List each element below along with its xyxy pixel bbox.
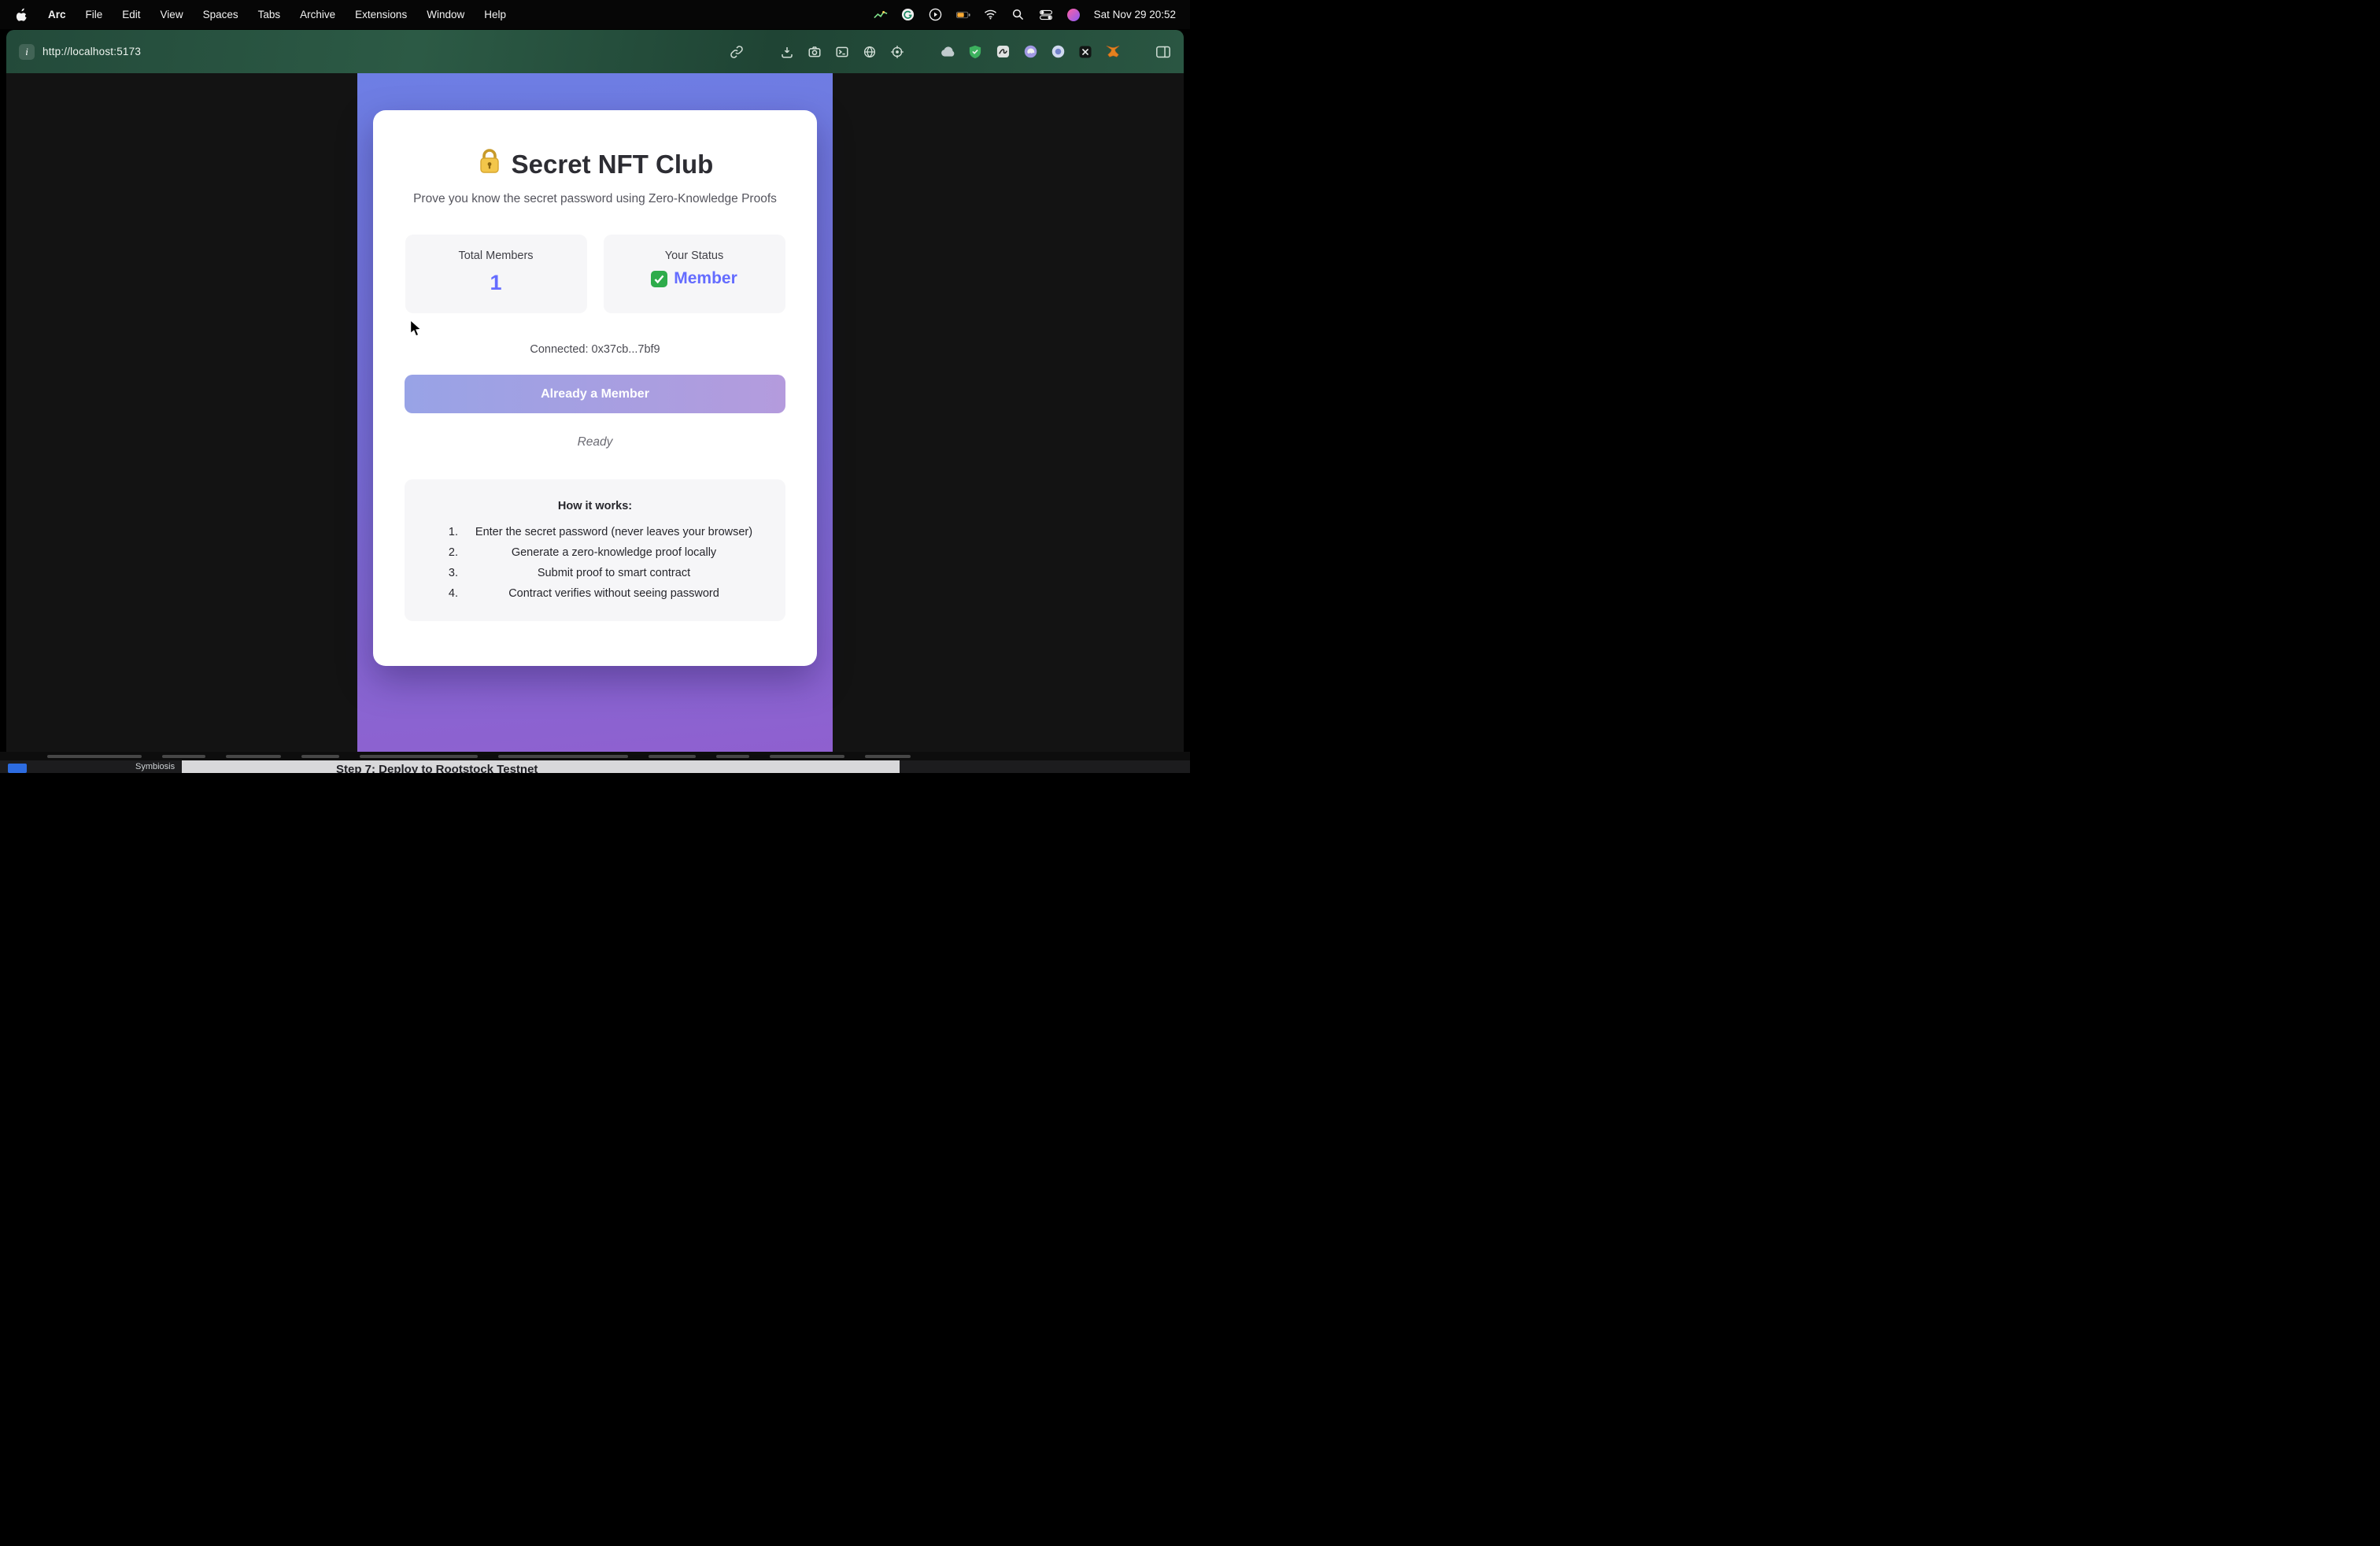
page-title-text: Secret NFT Club: [512, 150, 714, 179]
page-viewport: Secret NFT Club Prove you know the secre…: [357, 73, 833, 752]
how-step-3: Submit proof to smart contract: [461, 566, 767, 580]
address-bar[interactable]: http://localhost:5173: [42, 46, 141, 57]
control-center-icon[interactable]: [1039, 8, 1053, 22]
wallet-extension-icon[interactable]: [1050, 44, 1066, 60]
menu-help[interactable]: Help: [484, 9, 506, 20]
menu-app-name[interactable]: Arc: [48, 9, 66, 20]
target-icon[interactable]: [889, 44, 905, 60]
menu-file[interactable]: File: [86, 9, 103, 20]
split-view-icon[interactable]: [1155, 44, 1171, 60]
play-icon[interactable]: [929, 8, 943, 22]
your-status-value: Member: [674, 269, 737, 288]
browser-window: i http://localhost:5173: [6, 30, 1184, 752]
background-window-strip: Symbiosis Step 7: Deploy to Rootstock Te…: [0, 752, 1190, 773]
your-status-label: Your Status: [604, 250, 785, 262]
macos-menu-bar: Arc File Edit View Spaces Tabs Archive E…: [0, 0, 1190, 29]
total-members-stat: Total Members 1: [405, 235, 587, 313]
shield-extension-icon[interactable]: [967, 44, 983, 60]
how-step-2: Generate a zero-knowledge proof locally: [461, 546, 767, 560]
already-member-button[interactable]: Already a Member: [405, 375, 785, 413]
menu-view[interactable]: View: [161, 9, 183, 20]
background-favicon: [8, 764, 27, 773]
menu-spaces[interactable]: Spaces: [203, 9, 238, 20]
x-extension-icon[interactable]: [1077, 44, 1093, 60]
link-icon[interactable]: [729, 44, 745, 60]
how-it-works-title: How it works:: [423, 500, 767, 512]
terminal-icon[interactable]: [834, 44, 850, 60]
your-status-stat: Your Status Member: [604, 235, 785, 313]
profile-icon[interactable]: [1066, 8, 1081, 22]
phantom-wallet-icon[interactable]: [1022, 44, 1038, 60]
background-page-surface: [182, 760, 900, 773]
total-members-value: 1: [405, 271, 587, 295]
battery-icon[interactable]: [956, 8, 970, 22]
browser-content: Secret NFT Club Prove you know the secre…: [6, 73, 1184, 752]
how-it-works-list: Enter the secret password (never leaves …: [423, 525, 767, 601]
browser-toolbar: i http://localhost:5173: [6, 30, 1184, 73]
wifi-icon[interactable]: [984, 8, 998, 22]
background-site-label: Symbiosis: [135, 762, 175, 771]
menu-clock[interactable]: Sat Nov 29 20:52: [1094, 9, 1176, 20]
background-heading: Step 7: Deploy to Rootstock Testnet: [336, 763, 538, 773]
background-tab-bar: [0, 752, 1190, 760]
total-members-label: Total Members: [405, 250, 587, 262]
globe-icon[interactable]: [862, 44, 878, 60]
search-icon[interactable]: [1011, 8, 1026, 22]
grammarly-icon[interactable]: [901, 8, 915, 22]
secret-nft-club-card: Secret NFT Club Prove you know the secre…: [373, 110, 817, 666]
menu-edit[interactable]: Edit: [122, 9, 140, 20]
menu-tabs[interactable]: Tabs: [258, 9, 281, 20]
pen-extension-icon[interactable]: [995, 44, 1011, 60]
status-text: Ready: [405, 435, 785, 449]
how-step-4: Contract verifies without seeing passwor…: [461, 586, 767, 601]
stocks-icon[interactable]: [874, 8, 888, 22]
how-step-1: Enter the secret password (never leaves …: [461, 525, 767, 539]
download-icon[interactable]: [779, 44, 795, 60]
page-title: Secret NFT Club: [405, 148, 785, 181]
cloud-extension-icon[interactable]: [940, 44, 955, 60]
page-subtitle: Prove you know the secret password using…: [405, 192, 785, 206]
camera-icon[interactable]: [807, 44, 822, 60]
connected-address: Connected: 0x37cb...7bf9: [405, 343, 785, 356]
how-it-works-box: How it works: Enter the secret password …: [405, 479, 785, 621]
background-page-peek[interactable]: Symbiosis Step 7: Deploy to Rootstock Te…: [0, 760, 1190, 773]
metamask-icon[interactable]: [1105, 44, 1121, 60]
menu-extensions[interactable]: Extensions: [355, 9, 407, 20]
check-icon: [651, 271, 667, 287]
menu-window[interactable]: Window: [427, 9, 464, 20]
menu-archive[interactable]: Archive: [300, 9, 335, 20]
stats-row: Total Members 1 Your Status Member: [405, 235, 785, 313]
info-icon[interactable]: i: [19, 44, 35, 60]
apple-icon[interactable]: [14, 8, 28, 22]
lock-icon: [477, 148, 502, 181]
